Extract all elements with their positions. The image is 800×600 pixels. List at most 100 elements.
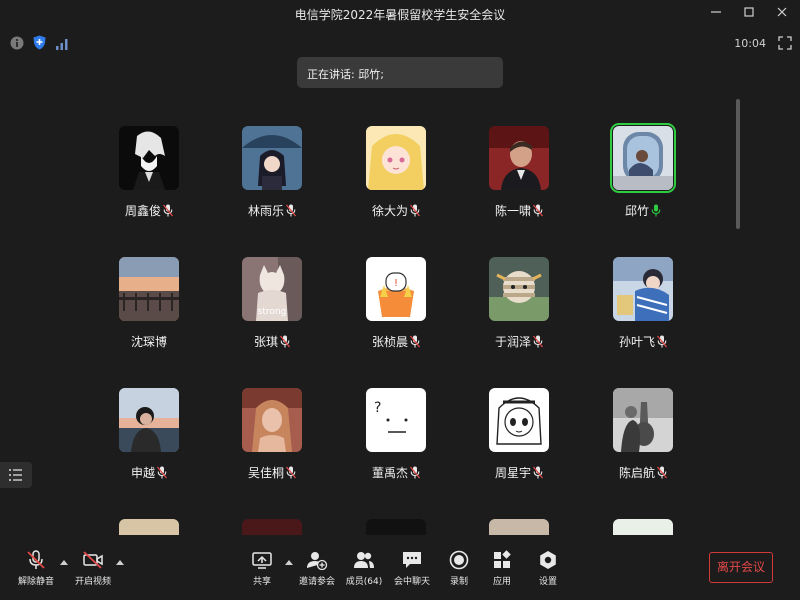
participant-avatar[interactable]: [119, 257, 179, 321]
participant-name: 申越: [131, 466, 156, 480]
participant-avatar[interactable]: [489, 257, 549, 321]
participant-name: 周鑫俊: [125, 204, 162, 218]
chat-icon: [401, 550, 423, 570]
mic-muted-icon: [533, 335, 544, 351]
mic-muted-icon: [410, 335, 421, 351]
signal-icon[interactable]: [56, 35, 68, 54]
participant-avatar-partial[interactable]: [242, 519, 302, 535]
participant-name: 吴佳桐: [248, 466, 285, 480]
participant-name: 邱竹: [625, 204, 650, 218]
mic-muted-icon: [657, 335, 668, 351]
mic-muted-icon: [657, 466, 668, 482]
start-video-button[interactable]: 开启视频: [71, 550, 115, 587]
close-icon[interactable]: [773, 5, 791, 23]
fullscreen-icon[interactable]: [778, 35, 792, 50]
grid-scrollbar[interactable]: [736, 99, 740, 229]
unmute-button[interactable]: 解除静音: [14, 550, 58, 587]
record-button[interactable]: 录制: [445, 550, 473, 587]
mic-muted-icon: [286, 204, 297, 220]
apps-button[interactable]: 应用: [488, 550, 516, 587]
participant-name-row: 董禹杰: [372, 464, 421, 482]
participant-avatar[interactable]: [489, 388, 549, 452]
participant-name-row: 孙叶飞: [619, 333, 668, 351]
share-button[interactable]: 共享: [246, 550, 278, 587]
participant-name: 徐大为: [372, 204, 409, 218]
participant-name: 张琪: [254, 335, 279, 349]
participant-avatar[interactable]: !: [366, 257, 426, 321]
speaking-indicator: 正在讲话: 邱竹;: [297, 57, 503, 88]
participant-avatar[interactable]: [119, 388, 179, 452]
participant-name: 于润泽: [495, 335, 532, 349]
leave-meeting-button[interactable]: 离开会议: [709, 552, 773, 583]
participant-name-row: 于润泽: [495, 333, 544, 351]
apps-label: 应用: [492, 577, 511, 587]
participant-avatar[interactable]: [613, 388, 673, 452]
minimize-icon[interactable]: [707, 5, 725, 23]
participant-name-row: 徐大为: [372, 202, 421, 220]
mic-muted-icon: [280, 335, 291, 351]
participant-name: 陈启航: [619, 466, 656, 480]
participant-avatar[interactable]: [610, 123, 676, 193]
participant-name-row: 张琪: [254, 333, 291, 351]
layout-list-button[interactable]: [0, 462, 32, 488]
participant-avatar[interactable]: [242, 126, 302, 190]
mic-muted-icon: [410, 204, 421, 220]
maximize-icon[interactable]: [740, 5, 758, 23]
invite-button[interactable]: 邀请参会: [297, 550, 337, 587]
participant-name-row: 沈琛博: [131, 333, 167, 350]
title-bar: 电信学院2022年暑假留校学生安全会议: [0, 0, 800, 28]
participant-avatar[interactable]: [119, 126, 179, 190]
list-icon: [9, 469, 22, 481]
mic-muted-icon: [410, 466, 421, 482]
record-label: 录制: [449, 577, 468, 587]
participant-name-row: 吴佳桐: [248, 464, 297, 482]
mic-muted-icon: [25, 550, 47, 570]
participant-name: 董禹杰: [372, 466, 409, 480]
mic-muted-icon: [157, 466, 168, 482]
members-icon: [353, 550, 375, 570]
participant-name-row: 张桢晨: [372, 333, 421, 351]
participant-avatar[interactable]: [242, 388, 302, 452]
participant-name: 陈一啸: [495, 204, 532, 218]
participant-name: 张桢晨: [372, 335, 409, 349]
participant-name: 沈琛博: [131, 335, 168, 349]
participant-avatar-partial[interactable]: [489, 519, 549, 535]
avatar-text: strong: [258, 307, 287, 317]
participant-avatar[interactable]: [613, 257, 673, 321]
share-options-caret[interactable]: [285, 560, 293, 565]
participant-avatar-partial[interactable]: [366, 519, 426, 535]
participant-avatar[interactable]: strong: [242, 257, 302, 321]
record-icon: [448, 550, 470, 570]
camera-off-icon: [82, 550, 104, 570]
meeting-clock: 10:04: [734, 37, 766, 50]
meeting-toolbar: 解除静音 开启视频 共享 邀请参会 成员(64) 会中聊天 录制 应用 设置: [0, 540, 800, 600]
settings-button[interactable]: 设置: [534, 550, 562, 587]
participant-name-row: 陈启航: [619, 464, 668, 482]
window-title: 电信学院2022年暑假留校学生安全会议: [294, 8, 506, 22]
add-user-icon: [306, 550, 328, 571]
participant-avatar[interactable]: [489, 126, 549, 190]
participant-name-row: 周鑫俊: [125, 202, 174, 220]
participant-name-row: 邱竹: [625, 202, 661, 220]
video-options-caret[interactable]: [116, 560, 124, 565]
gear-icon: [537, 550, 559, 570]
taskbar-edge: [0, 596, 800, 600]
participant-avatar[interactable]: ?: [366, 388, 426, 452]
shield-icon[interactable]: [33, 35, 46, 54]
members-label: 成员(64): [345, 577, 383, 587]
participant-name: 孙叶飞: [619, 335, 656, 349]
apps-icon: [491, 550, 513, 570]
participant-avatar[interactable]: [366, 126, 426, 190]
mic-muted-icon: [533, 204, 544, 220]
svg-text:?: ?: [374, 400, 381, 416]
start-video-label: 开启视频: [74, 577, 111, 587]
info-icon[interactable]: [10, 35, 24, 54]
members-button[interactable]: 成员(64): [344, 550, 384, 587]
audio-options-caret[interactable]: [60, 560, 68, 565]
mic-muted-icon: [533, 466, 544, 482]
unmute-label: 解除静音: [17, 577, 54, 587]
participant-avatar-partial[interactable]: [119, 519, 179, 535]
mic-muted-icon: [163, 204, 174, 220]
participant-avatar-partial[interactable]: [613, 519, 673, 535]
chat-button[interactable]: 会中聊天: [392, 550, 432, 587]
